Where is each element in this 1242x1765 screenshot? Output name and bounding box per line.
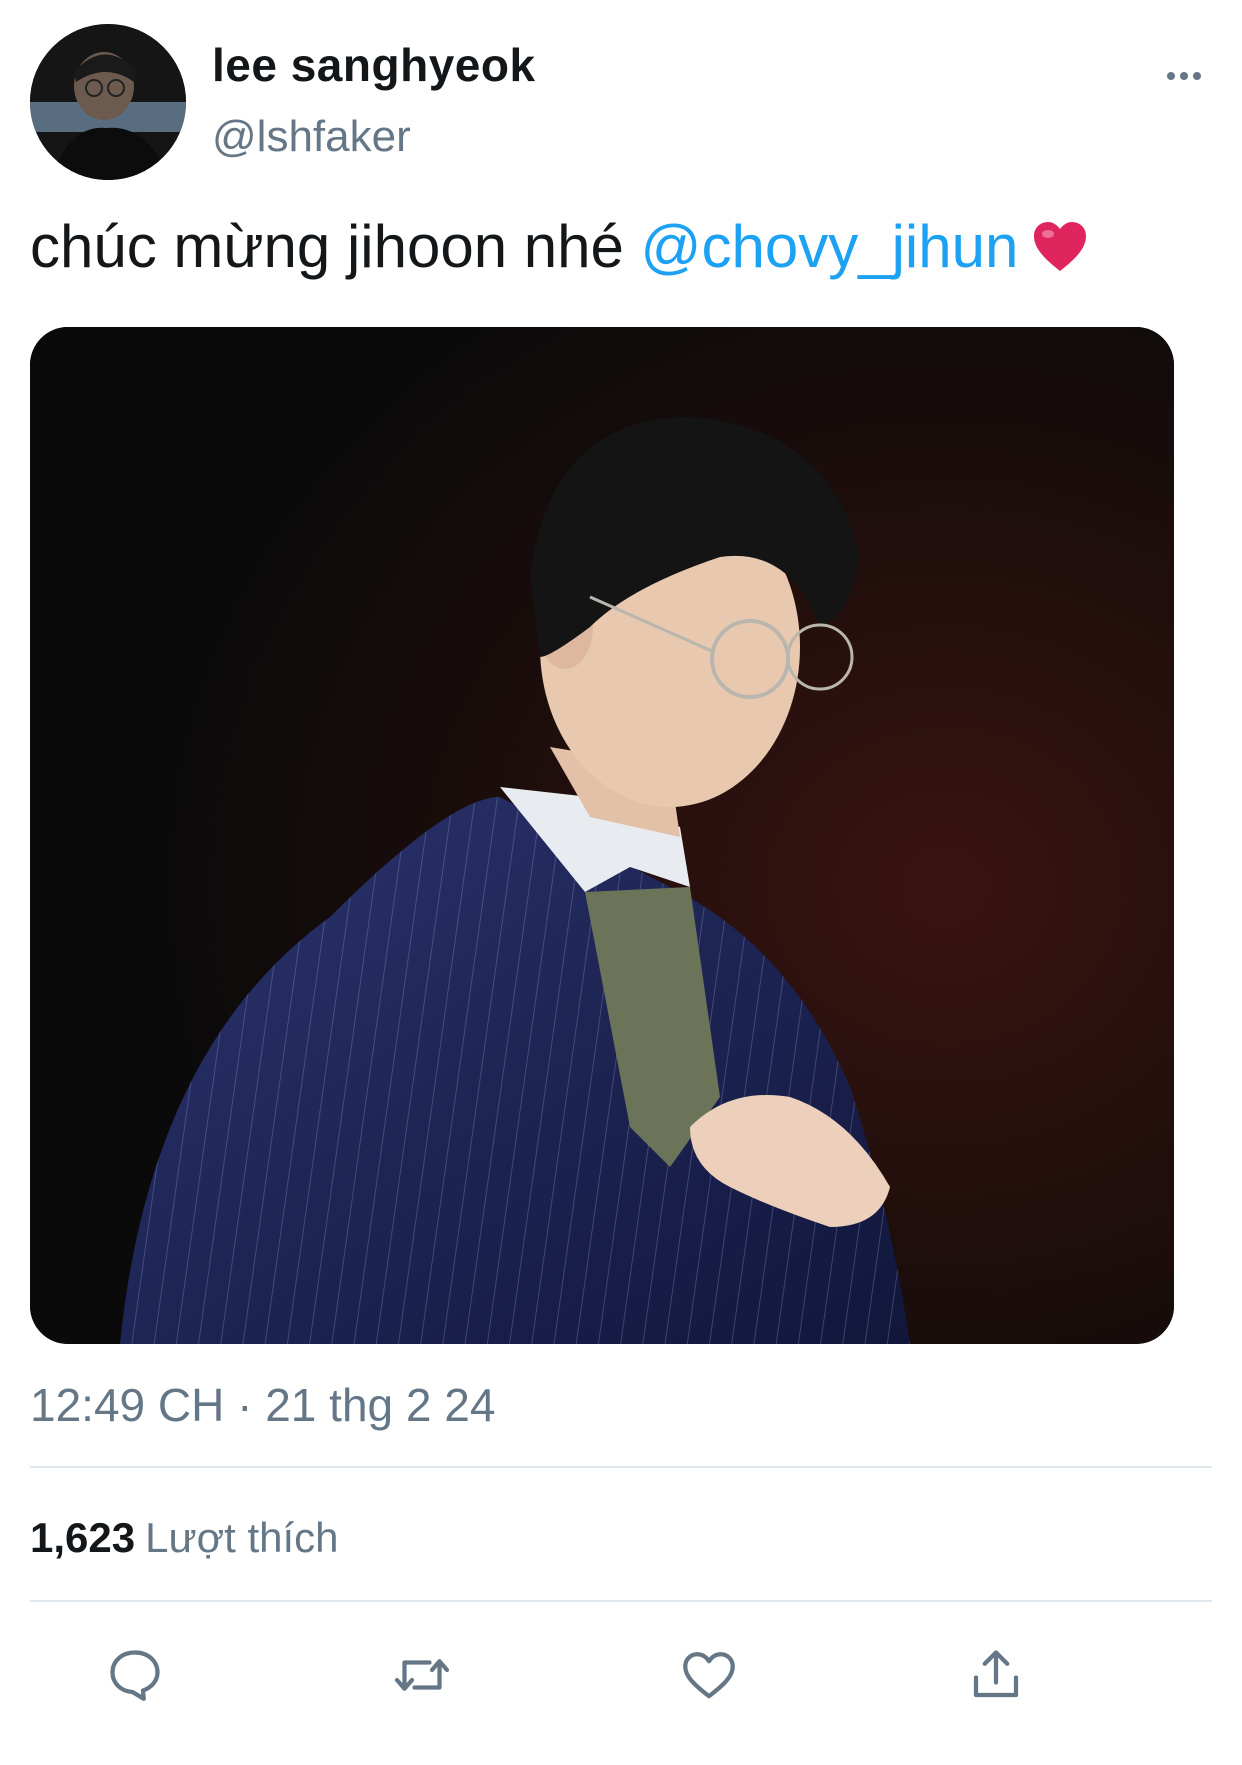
likes-label: Lượt thích bbox=[145, 1514, 339, 1561]
reply-icon bbox=[110, 1650, 160, 1701]
mention-link[interactable]: @chovy_jihun bbox=[641, 213, 1019, 280]
tweet-body: chúc mừng jihoon nhé bbox=[30, 213, 641, 280]
tweet-photo[interactable] bbox=[30, 327, 1174, 1344]
likes-stat[interactable]: 1,623 Lượt thích bbox=[30, 1514, 339, 1562]
retweet-icon bbox=[394, 1659, 450, 1691]
user-handle[interactable]: @lshfaker bbox=[212, 112, 411, 162]
tweet-timestamp[interactable]: 12:49 CH · 21 thg 2 24 bbox=[30, 1378, 495, 1432]
photo-image bbox=[30, 327, 1174, 1344]
share-icon bbox=[973, 1650, 1019, 1698]
like-icon bbox=[683, 1652, 735, 1699]
divider bbox=[30, 1466, 1212, 1468]
tweet-text: chúc mừng jihoon nhé @chovy_jihun bbox=[30, 212, 1088, 287]
retweet-button[interactable] bbox=[382, 1640, 462, 1710]
share-button[interactable] bbox=[956, 1640, 1036, 1710]
likes-count: 1,623 bbox=[30, 1514, 136, 1561]
display-name[interactable]: lee sanghyeok bbox=[212, 38, 536, 92]
avatar[interactable] bbox=[30, 24, 186, 180]
reply-button[interactable] bbox=[95, 1640, 175, 1710]
like-button[interactable] bbox=[669, 1640, 749, 1710]
more-options-icon[interactable] bbox=[1154, 56, 1214, 96]
divider bbox=[30, 1600, 1212, 1602]
avatar-image bbox=[30, 24, 186, 180]
heart-emoji-icon bbox=[1032, 218, 1088, 287]
